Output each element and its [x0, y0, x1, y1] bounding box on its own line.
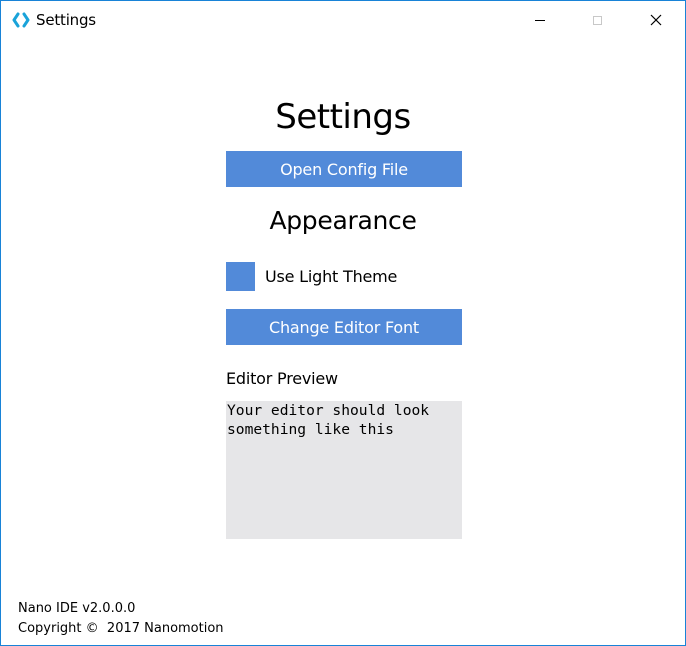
light-theme-checkbox[interactable]	[226, 262, 255, 291]
close-button[interactable]	[633, 1, 679, 39]
maximize-icon	[592, 15, 602, 25]
page-title: Settings	[275, 97, 411, 137]
title-bar[interactable]: Settings	[1, 1, 685, 39]
minimize-button[interactable]	[517, 1, 563, 39]
appearance-heading: Appearance	[269, 206, 417, 235]
settings-window: Settings Settings Open Config File Appea…	[0, 0, 686, 646]
nano-ide-logo-icon	[12, 12, 30, 28]
close-icon	[650, 11, 662, 30]
version-text: Nano IDE v2.0.0.0	[18, 601, 136, 616]
editor-preview-label: Editor Preview	[226, 369, 338, 388]
window-title: Settings	[36, 11, 96, 29]
change-editor-font-button[interactable]: Change Editor Font	[226, 309, 462, 345]
copyright-text: Copyright © 2017 Nanomotion	[18, 621, 224, 636]
maximize-button[interactable]	[574, 1, 620, 39]
open-config-file-button[interactable]: Open Config File	[226, 151, 462, 187]
editor-preview-box: Your editor should look something like t…	[226, 401, 462, 539]
light-theme-label[interactable]: Use Light Theme	[265, 267, 397, 287]
minimize-icon	[535, 19, 545, 21]
